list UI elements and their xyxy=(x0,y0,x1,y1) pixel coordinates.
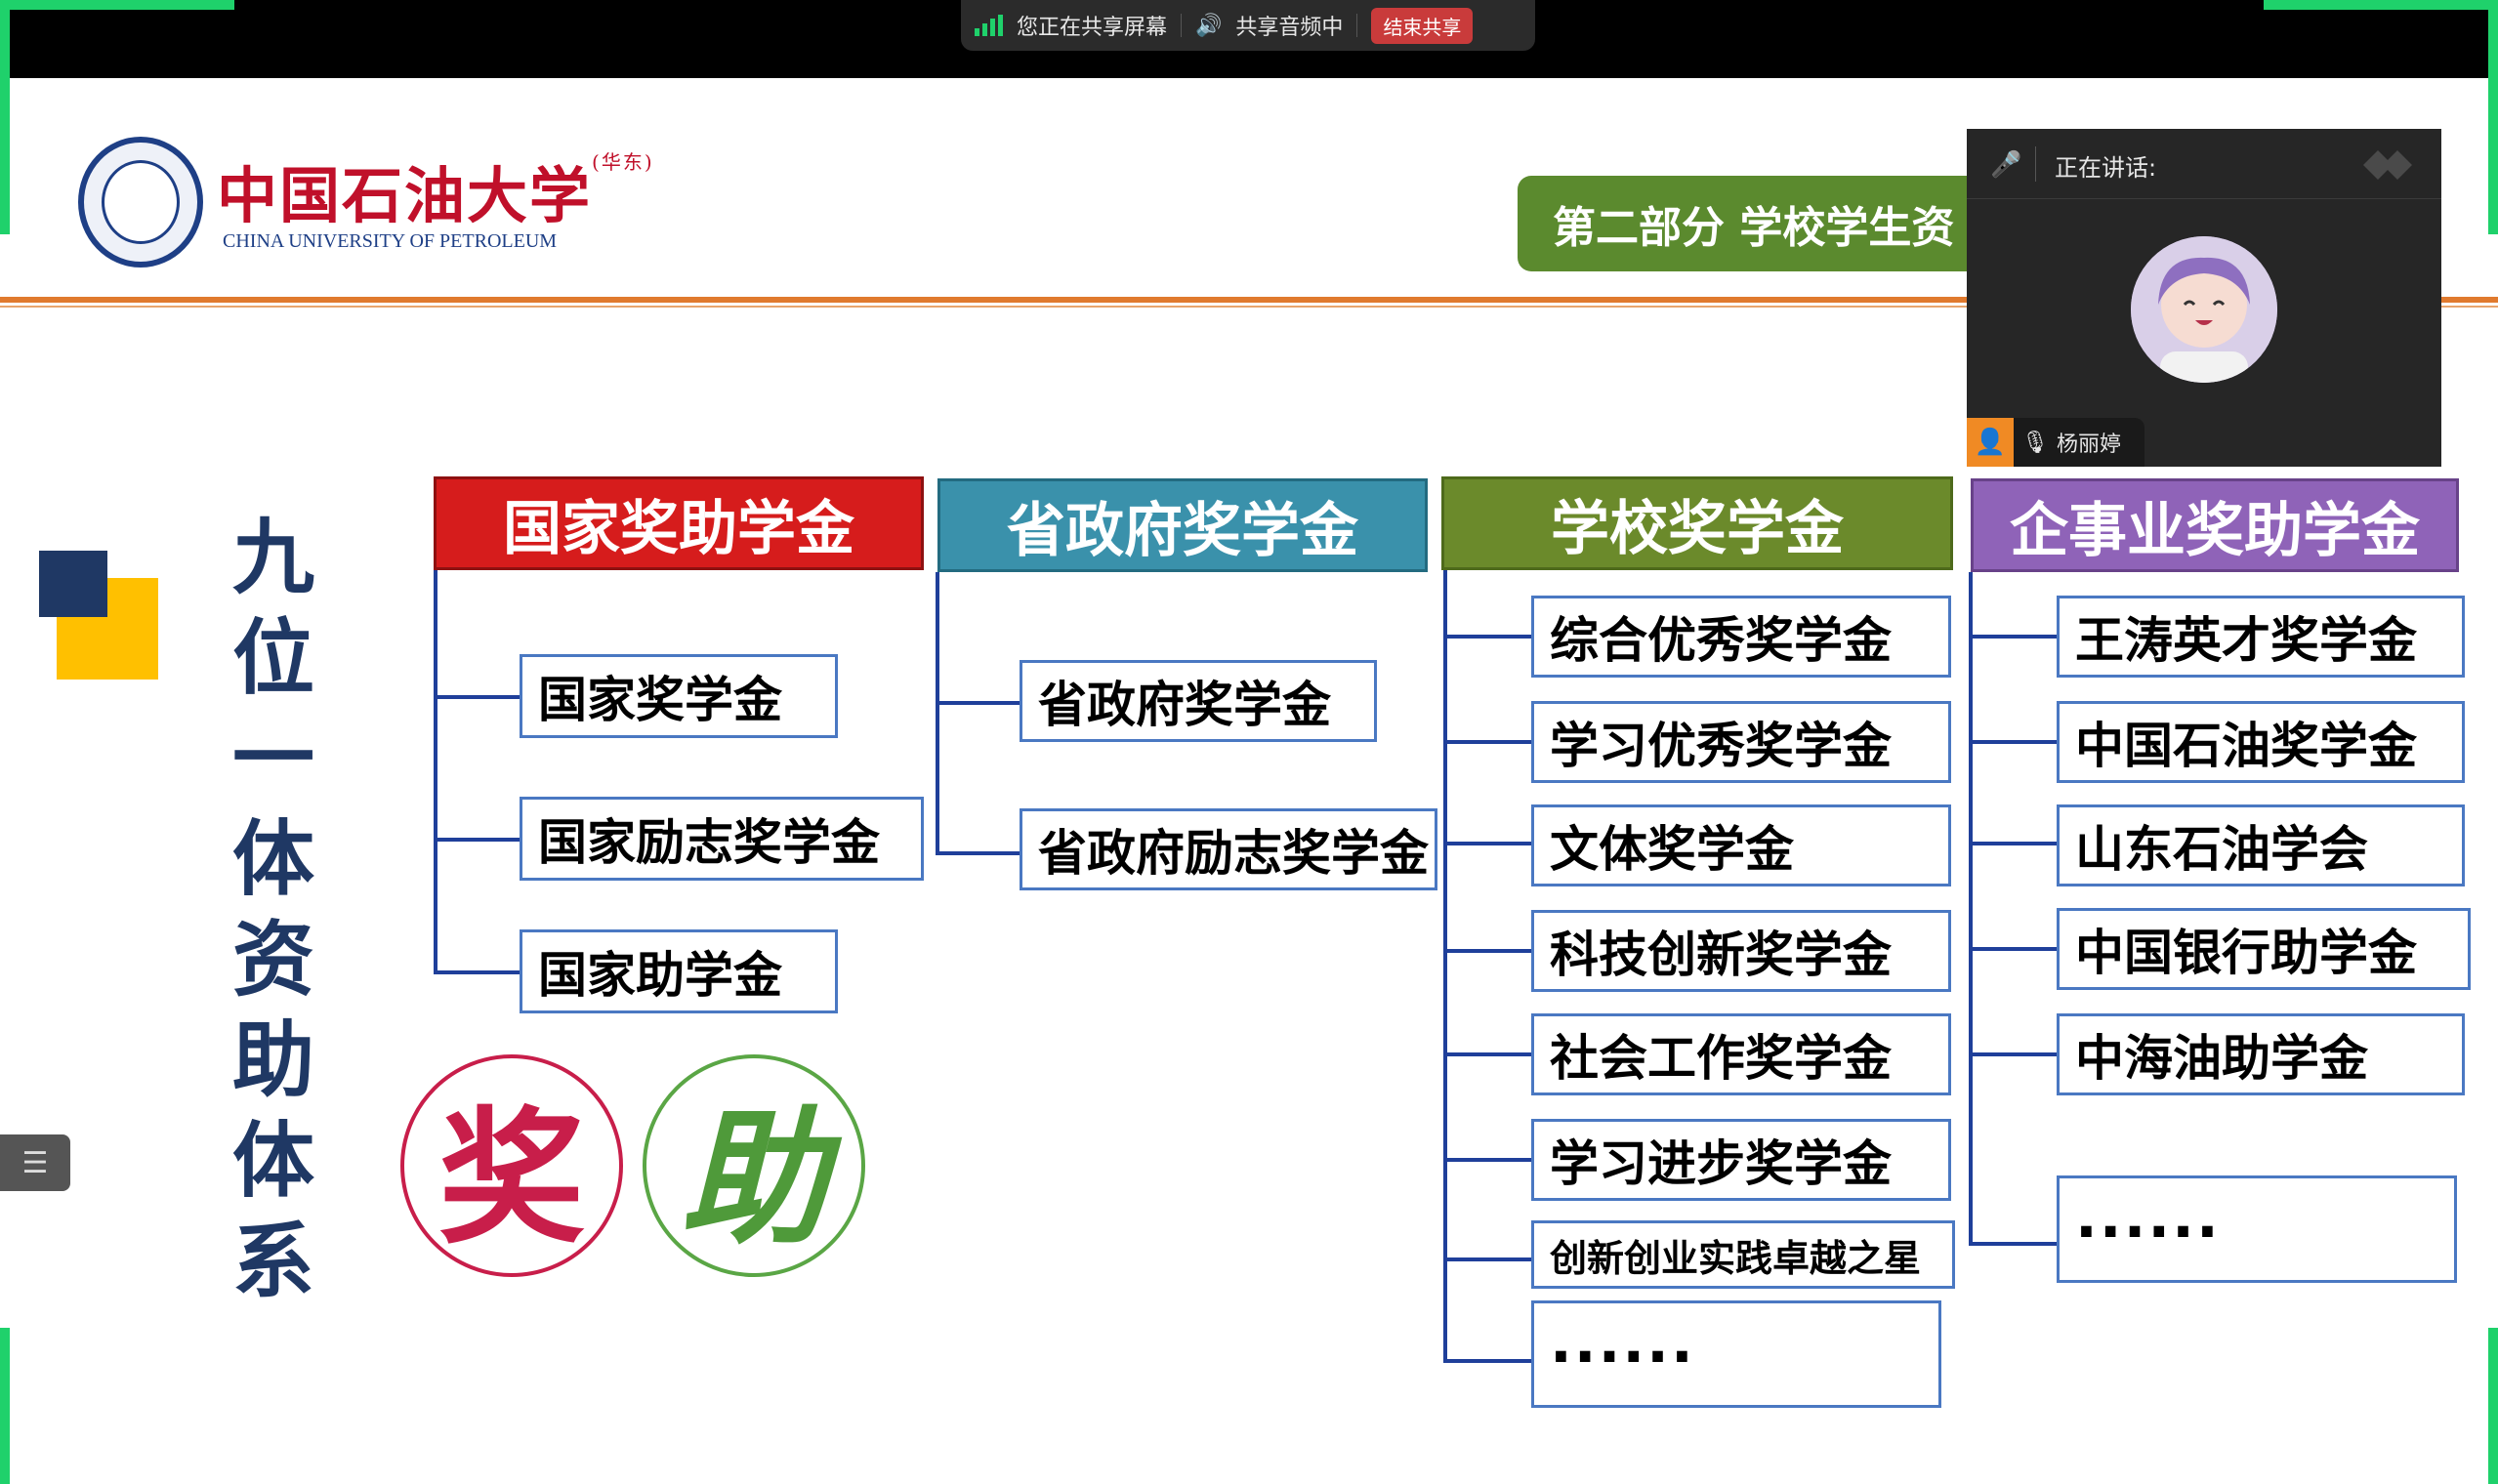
share-border-left-bottom xyxy=(0,1328,10,1484)
end-share-button[interactable]: 结束共享 xyxy=(1371,7,1474,44)
connector-line xyxy=(434,838,521,842)
connector-line xyxy=(1443,1257,1533,1261)
mic-small-icon: 🎙 xyxy=(2021,430,2049,455)
item-box: 创新创业实践卓越之星 xyxy=(1531,1220,1955,1289)
speaker-name-chip: 👤 🎙 杨丽婷 xyxy=(1967,418,2144,467)
speaker-name: 杨丽婷 xyxy=(2056,433,2121,457)
sharing-screen-text: 您正在共享屏幕 xyxy=(1017,16,1168,40)
connector-line xyxy=(1443,740,1533,744)
header-school-scholarship: 学校奖学金 xyxy=(1441,476,1953,570)
university-seal-logo xyxy=(78,137,203,268)
connector-line xyxy=(434,970,521,974)
item-box: 国家励志奖学金 xyxy=(520,797,924,881)
item-box: 学习进步奖学金 xyxy=(1531,1119,1951,1201)
connector-line xyxy=(1969,740,2059,744)
decor-square-navy xyxy=(39,551,107,617)
active-speaker-panel[interactable]: 🎤 正在讲话: 👤 🎙 杨丽婷 xyxy=(1967,129,2441,467)
header-enterprise-scholarship: 企事业奖助学金 xyxy=(1971,478,2459,572)
signal-icon xyxy=(975,15,1003,36)
item-box: 中海油助学金 xyxy=(2057,1013,2465,1095)
share-border-right-bottom xyxy=(2488,1328,2498,1484)
connector-line xyxy=(1443,949,1533,953)
item-box-more: ······ xyxy=(1531,1300,1941,1408)
zhu-character-badge: 助 xyxy=(643,1054,865,1277)
connector-line xyxy=(1443,635,1533,639)
connector-line xyxy=(936,701,1021,705)
share-border-left-top xyxy=(0,0,10,234)
connector-line xyxy=(1969,842,2059,845)
sharing-audio-text[interactable]: 共享音频中 xyxy=(1235,10,1343,41)
item-box: 省政府奖学金 xyxy=(1020,660,1377,742)
item-box: 中国银行助学金 xyxy=(2057,908,2471,990)
connector-line xyxy=(1969,572,1973,1246)
connector-line xyxy=(1969,635,2059,639)
item-box: 社会工作奖学金 xyxy=(1531,1013,1951,1095)
now-speaking-label: 正在讲话: xyxy=(2055,154,2157,182)
connector-line xyxy=(1969,947,2059,951)
university-name-cn: 中国石油大学(华东) xyxy=(217,150,654,231)
item-box: 文体奖学金 xyxy=(1531,804,1951,886)
connector-line xyxy=(1443,1359,1533,1363)
connector-line xyxy=(936,851,1021,855)
audio-icon[interactable]: 🔊 xyxy=(1195,14,1222,38)
speaker-avatar xyxy=(2131,236,2277,383)
item-box: 科技创新奖学金 xyxy=(1531,910,1951,992)
item-box: 国家助学金 xyxy=(520,929,838,1013)
list-menu-icon[interactable]: ☰ xyxy=(0,1134,70,1191)
item-box: 综合优秀奖学金 xyxy=(1531,596,1951,678)
collapse-icon[interactable] xyxy=(2363,150,2422,180)
header-provincial-scholarship: 省政府奖学金 xyxy=(937,478,1428,572)
divider xyxy=(1356,14,1358,37)
connector-line xyxy=(1969,1242,2059,1246)
jiang-character-badge: 奖 xyxy=(400,1054,623,1277)
connector-line xyxy=(1443,570,1447,1363)
header-national-scholarship: 国家奖助学金 xyxy=(434,476,924,570)
item-box: 山东石油学会 xyxy=(2057,804,2465,886)
item-box: 中国石油奖学金 xyxy=(2057,701,2465,783)
connector-line xyxy=(1969,1052,2059,1056)
section-title-tab: 第二部分 学校学生资 xyxy=(1518,176,1977,271)
connector-line xyxy=(434,570,437,974)
item-box: 王涛英才奖学金 xyxy=(2057,596,2465,678)
connector-line xyxy=(936,572,939,855)
share-border-top-left xyxy=(0,0,234,10)
divider xyxy=(1181,14,1183,37)
share-border-top-right xyxy=(2264,0,2498,10)
microphone-icon: 🎤 xyxy=(1990,150,2022,180)
connector-line xyxy=(1443,1158,1533,1162)
connector-line xyxy=(434,695,521,699)
university-name-en: CHINA UNIVERSITY OF PETROLEUM xyxy=(223,230,558,252)
user-icon: 👤 xyxy=(1967,418,2014,467)
share-border-right-top xyxy=(2488,0,2498,234)
item-box: 省政府励志奖学金 xyxy=(1020,808,1437,890)
share-status-pill: 您正在共享屏幕 🔊 共享音频中 结束共享 xyxy=(961,0,1535,51)
item-box: 国家奖学金 xyxy=(520,654,838,738)
connector-line xyxy=(1443,1052,1533,1056)
item-box: 学习优秀奖学金 xyxy=(1531,701,1951,783)
connector-line xyxy=(1443,842,1533,845)
item-box-more: ······ xyxy=(2057,1175,2457,1283)
divider xyxy=(2035,146,2036,182)
vertical-title: 九位一体资助体系 xyxy=(231,510,314,1309)
